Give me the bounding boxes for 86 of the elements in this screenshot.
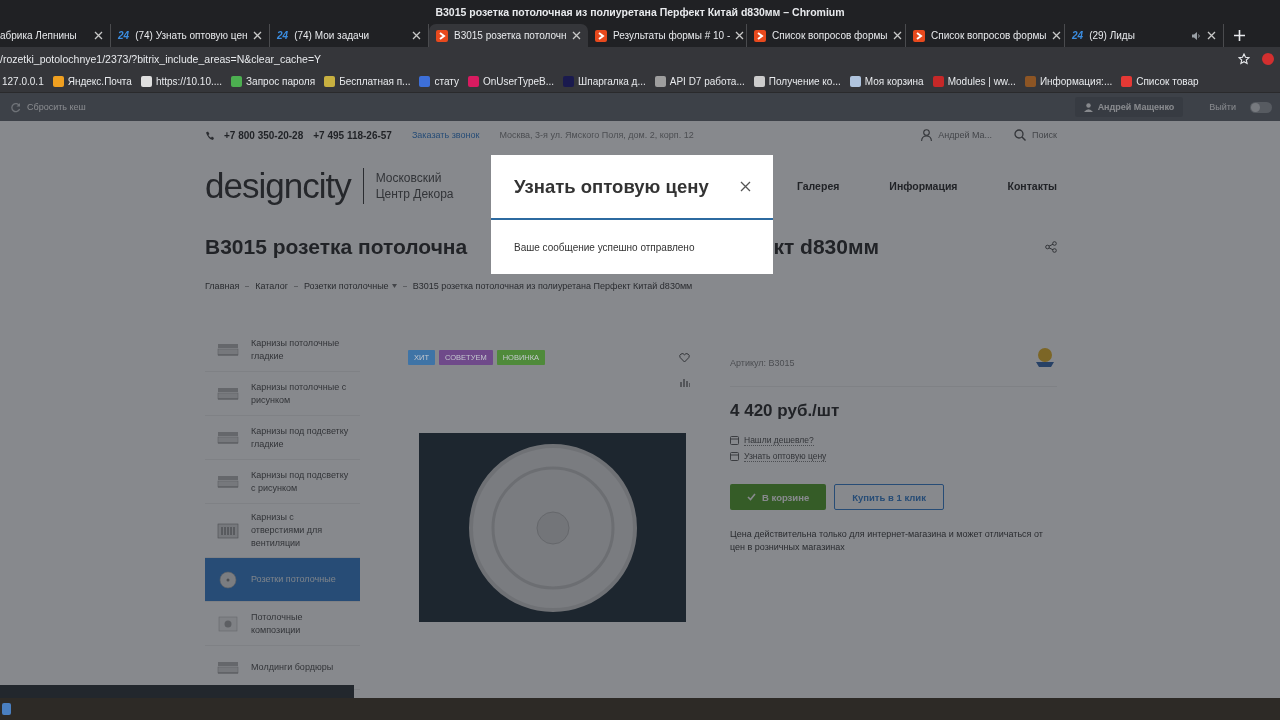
bookmark-item[interactable]: Modules | ww... (932, 75, 1016, 87)
product-thumbnail-icon (217, 570, 239, 589)
text-link[interactable]: Узнать оптовую цену (730, 451, 1057, 462)
phone-number: +7 495 118-26-57 (313, 129, 392, 141)
favicon-icon: 24 (277, 30, 289, 41)
breadcrumb-link[interactable]: Розетки потолочные (304, 281, 397, 291)
sidebar-item[interactable]: Потолочные композиции (205, 602, 360, 646)
window-title: B3015 розетка потолочная из полиуретана Перфект Китай d830мм – Chromium (434, 5, 846, 20)
sidebar-item[interactable]: Карнизы потолочные с рисунком (205, 372, 360, 416)
person-icon (1083, 102, 1093, 112)
nav-link[interactable]: Галерея (796, 180, 840, 192)
logout-link[interactable]: Выйти (1209, 102, 1236, 112)
product-thumbnail-icon (217, 614, 239, 633)
favicon-icon (1121, 75, 1133, 87)
user-link[interactable]: Андрей Ма... (921, 129, 993, 141)
address-field[interactable]: /rozetki_potolochnye1/2373/?bitrix_include_areas=N&clear_cache=Y (0, 52, 322, 65)
star-icon[interactable] (1238, 52, 1250, 65)
favicon-icon (849, 75, 861, 87)
favicon-icon (754, 29, 766, 42)
sidebar-item[interactable]: Карнизы под подсветку гладкие (205, 416, 360, 460)
share-icon[interactable] (1045, 241, 1057, 253)
favicon-icon (436, 29, 448, 42)
text-link[interactable]: Нашли дешевле? (730, 435, 1057, 446)
browser-tab[interactable]: B3015 розетка потолочн (429, 24, 588, 47)
sidebar-item[interactable]: Карнизы потолочные гладкие (205, 328, 360, 372)
bookmark-item[interactable]: 127.0.0.1 (2, 75, 44, 87)
logo-tagline: Московский Центр Декора (375, 170, 454, 202)
new-tab-icon[interactable] (1234, 30, 1245, 41)
favicon-icon (231, 75, 243, 87)
bookmark-item[interactable]: Шпаргалка д... (563, 75, 646, 87)
bookmark-item[interactable]: стату (419, 75, 459, 87)
reset-cache-button[interactable]: Сбросить кеш (10, 101, 86, 113)
favicon-icon (932, 75, 944, 87)
favicon-icon: 24 (118, 30, 130, 41)
product-price: 4 420 руб./шт (730, 401, 841, 421)
refresh-icon (10, 101, 21, 113)
nav-link[interactable]: Контакты (1007, 180, 1057, 192)
extension-icon[interactable] (1262, 52, 1274, 65)
product-thumbnail-icon (217, 521, 239, 540)
logo[interactable]: designcity (205, 166, 351, 206)
breadcrumb-link[interactable]: B3015 розетка потолочная из полиуретана Перфект Китай d830мм (412, 281, 693, 291)
heart-icon[interactable] (679, 352, 690, 363)
favicon-icon (913, 29, 925, 42)
bookmark-item[interactable]: Получение ко... (753, 75, 841, 87)
search-icon (1014, 129, 1027, 141)
buy-one-click-button[interactable]: Купить в 1 клик (834, 484, 944, 510)
favicon-icon: 24 (1072, 30, 1084, 41)
favicon-icon (595, 29, 607, 42)
person-icon (921, 129, 933, 141)
favicon-icon (1024, 75, 1036, 87)
nav-link[interactable]: Информация (889, 180, 958, 192)
bookmark-item[interactable]: https://10.10.... (140, 75, 223, 87)
modal-title: Узнать оптовую цену (514, 175, 709, 198)
bookmark-item[interactable]: Яндекс.Почта (52, 75, 132, 87)
user-button[interactable]: Андрей Мащенко (1074, 97, 1184, 117)
check-icon (747, 493, 756, 501)
success-message: Ваше сообщение успешно отправлено (513, 241, 696, 255)
sidebar-item[interactable]: Карнизы под подсветку с рисунком (205, 460, 360, 504)
search-link[interactable]: Поиск (1014, 129, 1057, 141)
bookmark-item[interactable]: Бесплатная п... (324, 75, 411, 87)
bookmark-item[interactable]: Список товар (1121, 75, 1199, 87)
bookmark-item[interactable]: Моя корзина (849, 75, 924, 87)
favicon-icon (467, 75, 479, 87)
favicon-icon (654, 75, 666, 87)
phone-icon (205, 130, 214, 140)
close-icon[interactable] (740, 181, 751, 192)
favicon-icon (753, 75, 765, 87)
bookmark-item[interactable]: Информация:... (1024, 75, 1113, 87)
bookmark-item[interactable]: Запрос пароля (231, 75, 316, 87)
favicon-icon (52, 75, 64, 87)
callback-link[interactable]: Заказать звонок (411, 130, 480, 140)
price-note: Цена действительна только для интернет-магазина и может отличаться от цен в розничных магазинах (730, 528, 1044, 554)
bookmark-item[interactable]: OnUserTypeB... (467, 75, 555, 87)
page-title: B3015 розетка потолочна (205, 235, 468, 259)
toggle-switch[interactable] (1250, 101, 1272, 113)
favicon-icon (419, 75, 431, 87)
phone-number: +7 800 350-20-28 (224, 129, 304, 141)
brand-logo-icon (1033, 346, 1057, 370)
breadcrumb-link[interactable]: Каталог (255, 281, 288, 291)
favicon-icon (563, 75, 575, 87)
sidebar-item[interactable]: Розетки потолочные (205, 558, 360, 602)
favicon-icon (140, 75, 152, 87)
favicon-icon (324, 75, 336, 87)
page-title: кт d830мм (773, 235, 879, 259)
bookmark-item[interactable]: API D7 работа... (654, 75, 745, 87)
breadcrumb-link[interactable]: Главная (205, 281, 240, 291)
